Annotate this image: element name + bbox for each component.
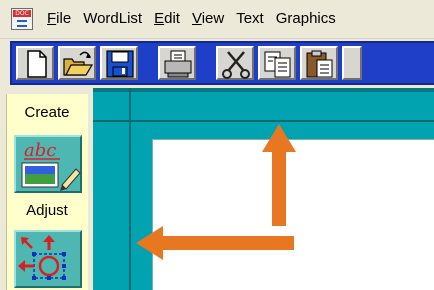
open-button[interactable] <box>58 46 96 80</box>
create-text-picture-icon: abc <box>21 140 81 191</box>
toolbar <box>0 38 434 88</box>
menu-graphics[interactable]: Graphics <box>270 0 342 38</box>
new-document-button[interactable] <box>16 46 54 80</box>
app-icon-caption: DOC <box>13 10 31 17</box>
create-tool-text: abc <box>24 140 56 161</box>
document-page[interactable] <box>153 140 434 290</box>
menu-file[interactable]: File <box>41 0 77 38</box>
menu-edit[interactable]: Edit <box>148 0 186 38</box>
adjust-move-resize-icon <box>18 235 66 280</box>
paste-clipboard-icon <box>306 50 333 78</box>
print-button[interactable] <box>158 46 196 80</box>
adjust-label: Adjust <box>26 202 68 219</box>
paste-button[interactable] <box>300 46 338 80</box>
adjust-tool-button[interactable] <box>14 230 82 288</box>
create-label: Create <box>24 104 70 121</box>
toolbar-button-partial[interactable] <box>342 46 362 80</box>
document-workspace <box>93 88 434 290</box>
print-icon <box>164 50 192 78</box>
menu-wordlist[interactable]: WordList <box>77 0 148 38</box>
workspace-guide-horizontal <box>93 120 434 122</box>
cut-scissors-icon <box>222 51 250 79</box>
new-document-icon <box>27 50 47 78</box>
save-disk-icon <box>106 50 134 78</box>
save-button[interactable] <box>100 46 138 80</box>
menu-bar: DOC File WordList Edit View Text Graphic… <box>0 0 434 38</box>
copy-icon <box>264 51 291 78</box>
cut-button[interactable] <box>216 46 254 80</box>
workspace-guide-vertical <box>129 88 131 290</box>
toolbar-strip <box>10 41 434 85</box>
menu-view[interactable]: View <box>186 0 230 38</box>
copy-button[interactable] <box>258 46 296 80</box>
open-folder-icon <box>63 51 94 76</box>
document-app-icon[interactable]: DOC <box>11 8 33 30</box>
create-text-tool-button[interactable]: abc <box>14 135 82 193</box>
tool-panel: Create abc Adjust <box>0 88 93 290</box>
workspace-top-edge <box>93 88 434 92</box>
menu-text[interactable]: Text <box>230 0 270 38</box>
